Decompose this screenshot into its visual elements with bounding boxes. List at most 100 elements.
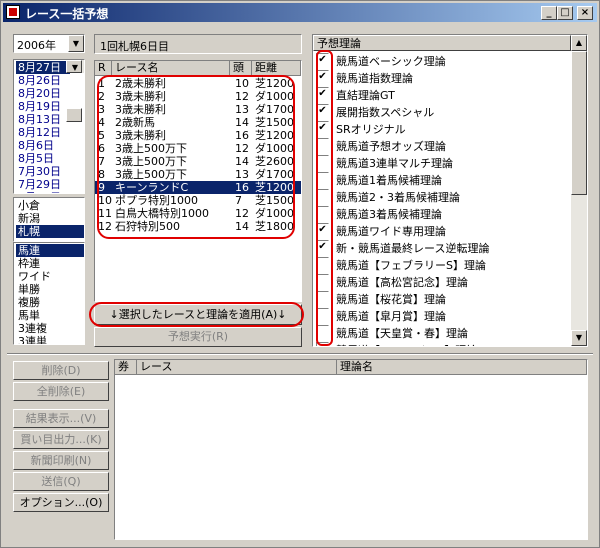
chevron-down-icon[interactable]: ▼ — [68, 35, 84, 52]
date-item[interactable]: 8月13日 — [16, 113, 70, 126]
side-button[interactable]: 削除(D) — [13, 361, 109, 380]
bet-type-item[interactable]: 馬単 — [16, 309, 84, 322]
date-item[interactable]: 7月23日 — [16, 191, 70, 193]
race-cell-heads: 16 — [235, 129, 249, 142]
close-button[interactable]: × — [577, 6, 593, 20]
race-row[interactable]: 11 白鳥大橋特別1000 12 ダ1000 — [95, 207, 301, 220]
col-race[interactable]: レース — [137, 360, 337, 375]
theory-checkbox[interactable]: ✔ — [316, 53, 329, 66]
theory-header: 予想理論 — [313, 35, 571, 51]
theory-label: 競馬道【皐月賞】理論 — [336, 310, 446, 323]
theory-checkbox[interactable] — [316, 308, 329, 321]
race-row[interactable]: 9 キーンランドC 16 芝1200 — [95, 181, 301, 194]
bet-type-item[interactable]: 単勝 — [16, 283, 84, 296]
race-cell-heads: 14 — [235, 220, 249, 233]
side-button[interactable]: 送信(Q) — [13, 472, 109, 491]
bet-type-item[interactable]: 3連複 — [16, 322, 84, 335]
race-row[interactable]: 1 2歳未勝利 10 芝1200 — [95, 77, 301, 90]
col-heads[interactable]: 頭 — [230, 61, 252, 76]
theory-checkbox[interactable]: ✔ — [316, 121, 329, 134]
side-button[interactable]: オプション...(O) — [13, 493, 109, 512]
date-item[interactable]: 8月6日 — [16, 139, 70, 152]
side-button[interactable]: 新聞印刷(N) — [13, 451, 109, 470]
theory-label: 競馬道【高松宮記念】理論 — [336, 276, 468, 289]
date-item[interactable]: 7月29日 — [16, 178, 70, 191]
theory-checkbox[interactable] — [316, 257, 329, 270]
theory-checkbox[interactable] — [316, 206, 329, 219]
result-table[interactable]: 券 レース 理論名 — [114, 359, 588, 540]
date-list-scrollbar[interactable]: ▲ ▼ — [66, 60, 84, 122]
bet-type-item[interactable]: 3連単 — [16, 335, 84, 344]
race-cell-dist: ダ1700 — [255, 103, 294, 116]
race-cell-heads: 7 — [235, 194, 242, 207]
venue-item[interactable]: 小倉 — [16, 199, 84, 212]
scroll-thumb[interactable] — [66, 108, 82, 122]
col-race-name[interactable]: レース名 — [112, 61, 230, 76]
date-item[interactable]: 8月27日 — [16, 61, 70, 74]
side-button[interactable]: 買い目出力...(K) — [13, 430, 109, 449]
theory-checkbox[interactable] — [316, 325, 329, 338]
race-row[interactable]: 5 3歳未勝利 16 芝1200 — [95, 129, 301, 142]
maximize-button[interactable]: □ — [557, 6, 573, 20]
apply-button[interactable]: ↓選択したレースと理論を適用(A)↓ — [94, 304, 302, 325]
col-ken[interactable]: 券 — [115, 360, 137, 375]
theory-checkbox[interactable] — [316, 138, 329, 151]
race-row[interactable]: 7 3歳上500万下 14 芝2600 — [95, 155, 301, 168]
bet-type-item[interactable]: 枠連 — [16, 257, 84, 270]
race-row[interactable]: 6 3歳上500万下 12 ダ1000 — [95, 142, 301, 155]
bet-type-item[interactable]: 複勝 — [16, 296, 84, 309]
venue-item[interactable]: 札幌 — [16, 225, 84, 238]
col-distance[interactable]: 距離 — [252, 61, 301, 76]
theory-checkbox[interactable]: ✔ — [316, 223, 329, 236]
race-table[interactable]: R レース名 頭 距離 1 2歳未勝利 10 芝1200 2 3歳未勝利 12 ダ1000 3 3… — [94, 60, 302, 302]
bet-type-item[interactable]: 馬連 — [16, 244, 84, 257]
venue-item[interactable]: 新潟 — [16, 212, 84, 225]
race-cell-r: 4 — [98, 116, 105, 129]
date-item[interactable]: 8月20日 — [16, 87, 70, 100]
side-button[interactable]: 全削除(E) — [13, 382, 109, 401]
main-window: レース一括予想 _ □ × 2006年 ▼ 8月27日 8月26日 8月20日 8月1… — [0, 0, 600, 548]
race-row[interactable]: 3 3歳未勝利 13 ダ1700 — [95, 103, 301, 116]
race-row[interactable]: 8 3歳上500万下 13 ダ1700 — [95, 168, 301, 181]
date-item[interactable]: 7月30日 — [16, 165, 70, 178]
theory-scrollbar[interactable]: ▲ ▼ — [571, 35, 587, 346]
theory-checkbox[interactable] — [316, 274, 329, 287]
race-row[interactable]: 10 ポプラ特別1000 7 芝1500 — [95, 194, 301, 207]
scroll-down-icon[interactable]: ▼ — [66, 60, 82, 73]
date-item[interactable]: 8月19日 — [16, 100, 70, 113]
theory-label: 直結理論GT — [336, 89, 395, 102]
col-r[interactable]: R — [95, 61, 112, 76]
race-row[interactable]: 2 3歳未勝利 12 ダ1000 — [95, 90, 301, 103]
date-list[interactable]: 8月27日 8月26日 8月20日 8月19日 8月13日 8月12日 8月6日 8月5日 7月… — [13, 59, 85, 194]
race-row[interactable]: 4 2歳新馬 14 芝1500 — [95, 116, 301, 129]
scroll-down-icon[interactable]: ▼ — [571, 330, 587, 346]
col-theory-name[interactable]: 理論名 — [337, 360, 587, 375]
theory-checkbox[interactable]: ✔ — [316, 70, 329, 83]
theory-checkbox[interactable]: ✔ — [316, 87, 329, 100]
theory-label: 競馬道予想オッズ理論 — [336, 140, 446, 153]
scroll-up-icon[interactable]: ▲ — [571, 35, 587, 51]
date-item[interactable]: 8月5日 — [16, 152, 70, 165]
race-row[interactable]: 12 石狩特別500 14 芝1800 — [95, 220, 301, 233]
theory-checkbox[interactable] — [316, 172, 329, 185]
theory-checkbox[interactable]: ✔ — [316, 104, 329, 117]
predict-button[interactable]: 予想実行(R) — [94, 327, 302, 347]
scroll-thumb[interactable] — [571, 51, 587, 195]
theory-checkbox[interactable]: ✔ — [316, 240, 329, 253]
bet-type-item[interactable]: ワイド — [16, 270, 84, 283]
race-cell-r: 9 — [98, 181, 105, 194]
theory-checkbox[interactable] — [316, 291, 329, 304]
theory-checkbox[interactable] — [316, 189, 329, 202]
venue-list[interactable]: 小倉 新潟 札幌 — [13, 197, 85, 242]
date-item[interactable]: 8月12日 — [16, 126, 70, 139]
year-select[interactable]: 2006年 ▼ — [13, 34, 85, 53]
theory-checkbox[interactable] — [316, 155, 329, 168]
theory-label: SRオリジナル — [336, 123, 406, 136]
minimize-button[interactable]: _ — [541, 6, 557, 20]
date-item[interactable]: 8月26日 — [16, 74, 70, 87]
race-cell-heads: 16 — [235, 181, 249, 194]
theory-checkbox[interactable] — [316, 342, 329, 346]
app-icon — [6, 5, 20, 19]
side-button[interactable]: 結果表示...(V) — [13, 409, 109, 428]
bet-type-list[interactable]: 馬連 枠連 ワイド 単勝 複勝 馬単 3連複 3連単 — [13, 242, 85, 345]
